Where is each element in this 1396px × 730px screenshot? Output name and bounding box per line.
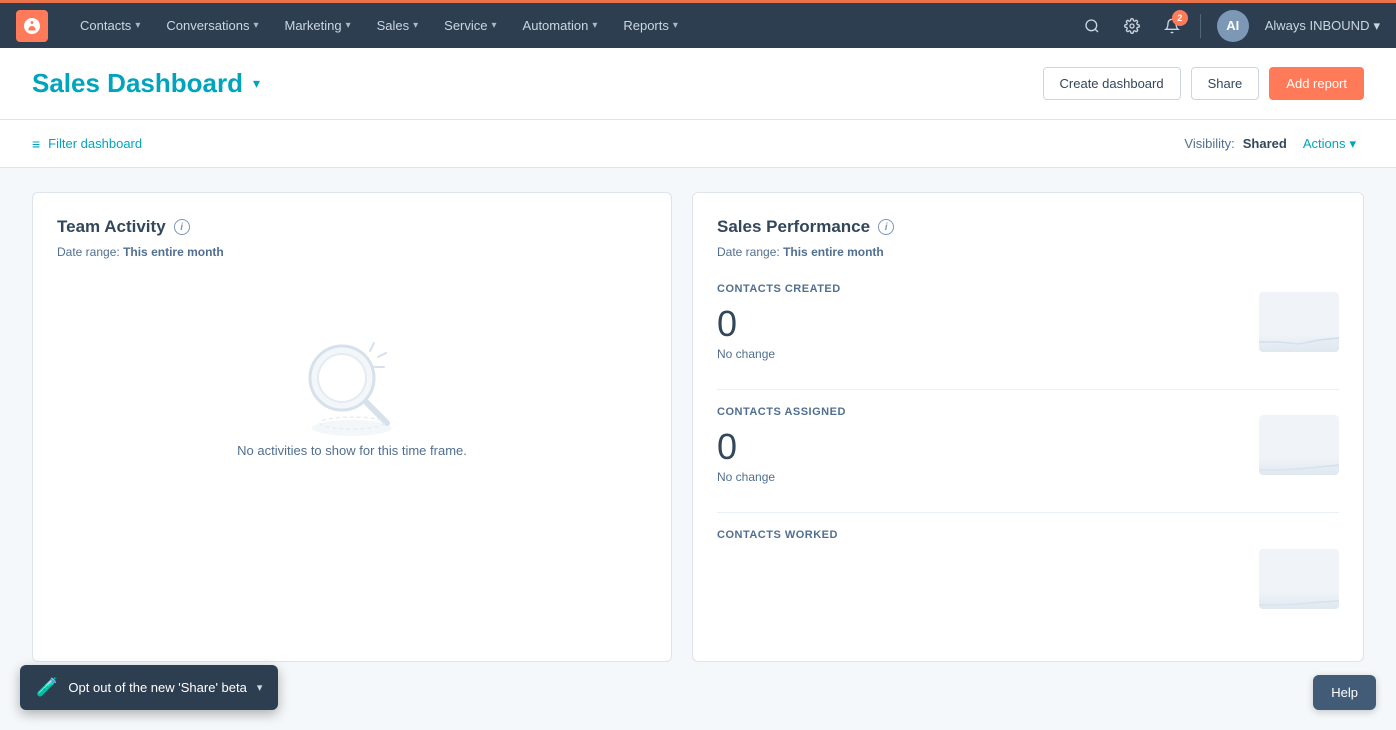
user-menu[interactable]: Always INBOUND ▾ <box>1265 18 1380 34</box>
empty-illustration <box>282 323 422 443</box>
dashboard-title-area: Sales Dashboard ▾ <box>32 68 260 99</box>
chevron-down-icon: ▾ <box>257 681 263 694</box>
contacts-created-change: No change <box>717 347 841 361</box>
visibility-value: Shared <box>1243 136 1287 151</box>
contacts-assigned-change: No change <box>717 470 846 484</box>
create-dashboard-button[interactable]: Create dashboard <box>1043 67 1181 100</box>
help-button[interactable]: Help <box>1313 675 1376 710</box>
chevron-down-icon: ▾ <box>1373 18 1380 34</box>
nav-marketing[interactable]: Marketing ▾ <box>272 12 362 39</box>
info-icon[interactable]: i <box>174 219 190 235</box>
contacts-worked-chart <box>1259 549 1339 609</box>
avatar[interactable]: AI <box>1217 10 1249 42</box>
nav-right-actions: 2 AI Always INBOUND ▾ <box>1080 10 1380 42</box>
contacts-assigned-section: CONTACTS ASSIGNED 0 No change <box>717 406 1339 484</box>
contacts-assigned-value: 0 <box>717 426 846 468</box>
contacts-created-chart <box>1259 292 1339 352</box>
flask-icon: 🧪 <box>36 677 58 698</box>
header-actions: Create dashboard Share Add report <box>1043 67 1364 100</box>
dashboard-dropdown-icon[interactable]: ▾ <box>253 75 260 92</box>
separator-1 <box>717 389 1339 390</box>
info-icon[interactable]: i <box>878 219 894 235</box>
chevron-down-icon: ▾ <box>135 20 140 31</box>
beta-banner[interactable]: 🧪 Opt out of the new 'Share' beta ▾ <box>20 665 278 710</box>
team-activity-card: Team Activity i Date range: This entire … <box>32 192 672 662</box>
chevron-down-icon: ▾ <box>346 20 351 31</box>
chevron-down-icon: ▾ <box>1349 136 1356 152</box>
separator-2 <box>717 512 1339 513</box>
filter-icon: ≡ <box>32 136 40 152</box>
chevron-down-icon: ▾ <box>413 20 418 31</box>
actions-dropdown[interactable]: Actions ▾ <box>1295 132 1364 156</box>
share-button[interactable]: Share <box>1191 67 1260 100</box>
settings-button[interactable] <box>1120 14 1144 38</box>
nav-service[interactable]: Service ▾ <box>432 12 508 39</box>
nav-sales[interactable]: Sales ▾ <box>365 12 431 39</box>
sales-performance-card: Sales Performance i Date range: This ent… <box>692 192 1364 662</box>
notifications-button[interactable]: 2 <box>1160 14 1184 38</box>
dashboard-title[interactable]: Sales Dashboard <box>32 68 243 99</box>
nav-items: Contacts ▾ Conversations ▾ Marketing ▾ S… <box>68 12 1080 39</box>
chevron-down-icon: ▾ <box>492 20 497 31</box>
nav-contacts[interactable]: Contacts ▾ <box>68 12 152 39</box>
filter-bar: ≡ Filter dashboard Visibility: Shared Ac… <box>0 120 1396 168</box>
contacts-assigned-label: CONTACTS ASSIGNED <box>717 406 846 418</box>
filter-dashboard-button[interactable]: ≡ Filter dashboard <box>32 136 142 152</box>
contacts-created-section: CONTACTS CREATED 0 No change <box>717 283 1339 361</box>
chevron-down-icon: ▾ <box>253 20 258 31</box>
team-activity-date-range: Date range: This entire month <box>57 245 647 259</box>
contacts-created-label: CONTACTS CREATED <box>717 283 841 295</box>
nav-reports[interactable]: Reports ▾ <box>611 12 690 39</box>
sales-performance-title: Sales Performance i <box>717 217 1339 237</box>
nav-divider <box>1200 14 1201 38</box>
top-navigation: Contacts ▾ Conversations ▾ Marketing ▾ S… <box>0 0 1396 48</box>
sales-performance-date-range: Date range: This entire month <box>717 245 1339 259</box>
nav-conversations[interactable]: Conversations ▾ <box>154 12 270 39</box>
chevron-down-icon: ▾ <box>592 20 597 31</box>
contacts-worked-section: CONTACTS WORKED <box>717 529 1339 609</box>
main-content: Team Activity i Date range: This entire … <box>0 168 1396 686</box>
contacts-worked-label: CONTACTS WORKED <box>717 529 1339 541</box>
nav-automation[interactable]: Automation ▾ <box>511 12 610 39</box>
team-activity-empty-state: No activities to show for this time fram… <box>57 283 647 498</box>
empty-state-text: No activities to show for this time fram… <box>237 443 467 458</box>
hubspot-logo[interactable] <box>16 10 48 42</box>
contacts-assigned-chart <box>1259 415 1339 475</box>
filter-right: Visibility: Shared Actions ▾ <box>1184 132 1364 156</box>
team-activity-title: Team Activity i <box>57 217 647 237</box>
header-bar: Sales Dashboard ▾ Create dashboard Share… <box>0 48 1396 120</box>
search-button[interactable] <box>1080 14 1104 38</box>
contacts-created-value: 0 <box>717 303 841 345</box>
add-report-button[interactable]: Add report <box>1269 67 1364 100</box>
notification-badge: 2 <box>1172 10 1188 26</box>
chevron-down-icon: ▾ <box>673 20 678 31</box>
